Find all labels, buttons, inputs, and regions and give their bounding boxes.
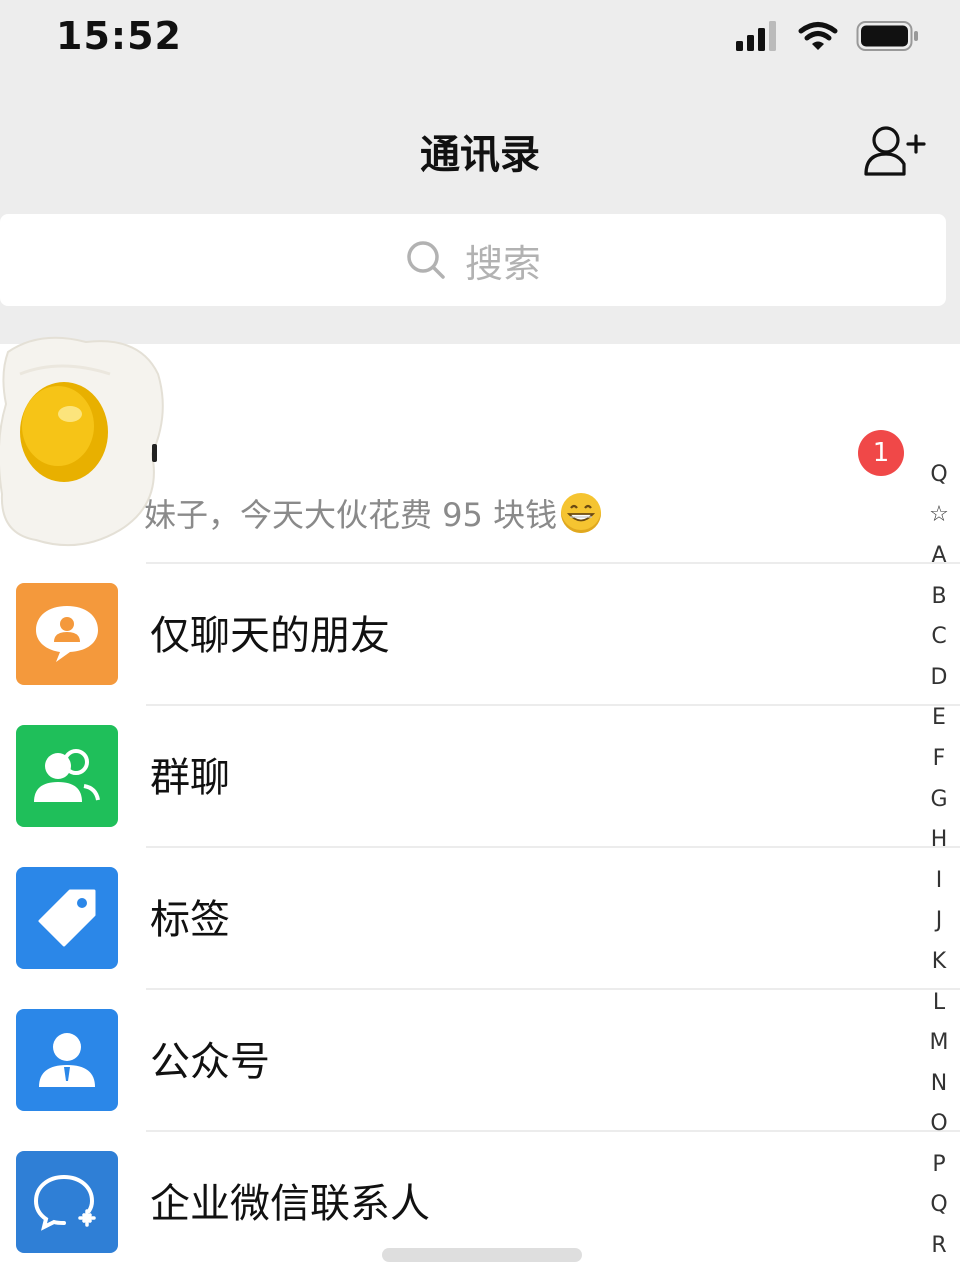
- add-contact-icon[interactable]: [862, 122, 926, 178]
- row-tags[interactable]: 标签: [0, 847, 960, 989]
- index-letter[interactable]: Q: [930, 1185, 947, 1226]
- index-letter[interactable]: K: [932, 941, 946, 982]
- index-letter[interactable]: N: [931, 1063, 947, 1104]
- index-letter[interactable]: C: [931, 616, 946, 657]
- search-placeholder: 搜索: [464, 241, 541, 286]
- group-icon: [16, 725, 118, 827]
- page-title: 通讯录: [420, 132, 540, 178]
- contacts-list: 1 妹子，今天大伙花费 95 块钱 仅聊天的朋友 群聊 标签 公众号 企业微信联…: [0, 336, 960, 1280]
- row-label: 企业微信联系人: [150, 1181, 430, 1227]
- index-letter[interactable]: H: [931, 819, 948, 860]
- index-letter[interactable]: O: [930, 1104, 947, 1145]
- row-label: 仅聊天的朋友: [150, 613, 390, 659]
- index-letter[interactable]: A: [931, 535, 946, 576]
- grinning-emoji-icon: [561, 493, 602, 533]
- wifi-icon: [798, 22, 838, 50]
- status-icons: [736, 20, 920, 52]
- row-group-chats[interactable]: 群聊: [0, 705, 960, 847]
- message-text: 妹子，今天大伙花费 95 块钱: [144, 496, 558, 534]
- chat-person-icon: [16, 583, 118, 685]
- index-letter[interactable]: I: [936, 860, 943, 901]
- row-label: 群聊: [150, 755, 230, 801]
- new-friend-entry[interactable]: 1 妹子，今天大伙花费 95 块钱: [0, 336, 960, 564]
- index-letter[interactable]: L: [933, 982, 945, 1023]
- index-letter[interactable]: J: [936, 901, 943, 942]
- status-time: 15:52: [56, 14, 182, 58]
- row-label: 公众号: [150, 1039, 270, 1085]
- index-letter[interactable]: B: [931, 576, 946, 617]
- index-letter[interactable]: M: [930, 1022, 949, 1063]
- index-letter[interactable]: F: [933, 738, 946, 779]
- alphabet-index[interactable]: Q ☆ A B C D E F G H I J K L M N O P Q R: [918, 454, 960, 1266]
- new-friend-message: 妹子，今天大伙花费 95 块钱: [144, 490, 602, 536]
- index-letter[interactable]: D: [931, 657, 948, 698]
- index-star[interactable]: ☆: [929, 495, 949, 536]
- index-letter[interactable]: R: [931, 1225, 946, 1266]
- fried-egg-image: [0, 336, 164, 547]
- index-search[interactable]: Q: [930, 454, 947, 495]
- search-bar[interactable]: 搜索: [0, 214, 946, 306]
- row-label: 标签: [150, 897, 230, 943]
- index-letter[interactable]: G: [930, 779, 947, 820]
- home-indicator: [382, 1248, 582, 1262]
- wecom-icon: [16, 1151, 118, 1253]
- row-official-accounts[interactable]: 公众号: [0, 989, 960, 1131]
- contact-name-partial: [152, 444, 157, 462]
- signal-icon: [736, 21, 776, 51]
- status-bar: 15:52: [0, 0, 960, 80]
- search-icon: [407, 241, 445, 279]
- battery-icon: [856, 21, 918, 51]
- unread-badge: 1: [858, 430, 904, 476]
- tag-icon: [16, 867, 118, 969]
- index-letter[interactable]: E: [932, 698, 946, 739]
- person-icon: [16, 1009, 118, 1111]
- index-letter[interactable]: P: [932, 1144, 945, 1185]
- row-chat-only-friends[interactable]: 仅聊天的朋友: [0, 563, 960, 705]
